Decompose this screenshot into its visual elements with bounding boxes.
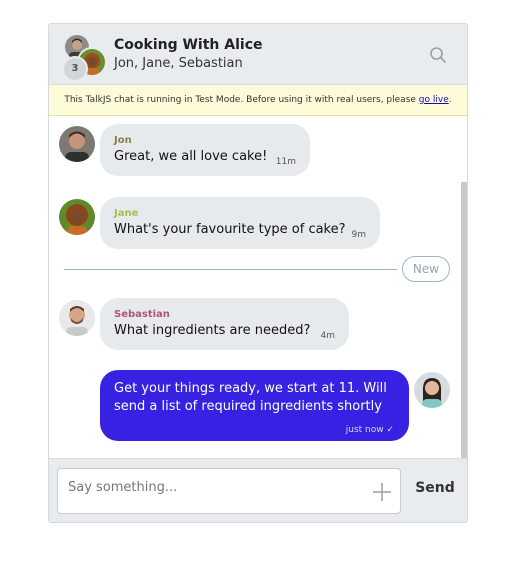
message-sender: Jane [114, 208, 139, 219]
message-composer: Say something... Send [49, 458, 467, 522]
message-input-placeholder: Say something... [68, 480, 178, 495]
message-bubble: Jane What's your favourite type of cake?… [100, 197, 380, 249]
message-input[interactable]: Say something... [57, 468, 401, 514]
own-message-text: Get your things ready, we start at 11. W… [114, 381, 387, 414]
plus-icon[interactable] [372, 482, 392, 502]
message-time: 11m [275, 157, 296, 167]
message-list[interactable]: Jon Great, we all love cake! 11m Jane Wh… [49, 116, 467, 458]
avatar-jon [59, 126, 95, 162]
go-live-link[interactable]: go live [419, 95, 449, 105]
chat-title: Cooking With Alice [114, 37, 263, 53]
message-time: 4m [320, 331, 336, 341]
avatar-alice [414, 372, 450, 408]
message-time: 9m [351, 230, 367, 240]
search-icon[interactable] [429, 46, 447, 64]
participant-count-badge: 3 [62, 56, 88, 82]
send-button[interactable]: Send [411, 480, 459, 496]
test-mode-message: This TalkJS chat is running in Test Mode… [64, 95, 416, 105]
message-bubble: Sebastian What ingredients are needed? 4… [100, 298, 349, 350]
new-messages-divider [64, 269, 397, 270]
new-messages-label: New [402, 256, 450, 282]
message-bubble: Jon Great, we all love cake! 11m [100, 124, 310, 176]
own-message-time: just now ✓ [345, 425, 394, 435]
chat-header: 3 Cooking With Alice Jon, Jane, Sebastia… [49, 24, 467, 85]
test-mode-period: . [448, 95, 452, 105]
avatar-sebastian [59, 300, 95, 336]
message-text: What's your favourite type of cake? [114, 222, 346, 237]
message-sender: Jon [114, 135, 132, 146]
message-sender: Sebastian [114, 309, 170, 320]
message-text: What ingredients are needed? [114, 323, 311, 338]
chatbox: 3 Cooking With Alice Jon, Jane, Sebastia… [48, 23, 468, 523]
test-mode-banner: This TalkJS chat is running in Test Mode… [49, 85, 467, 116]
scrollbar[interactable] [461, 182, 467, 458]
avatar-jane [59, 199, 95, 235]
chat-participants: Jon, Jane, Sebastian [114, 56, 243, 71]
message-text: Great, we all love cake! [114, 149, 268, 164]
group-avatars: 3 [61, 33, 107, 82]
own-message-bubble: Get your things ready, we start at 11. W… [100, 370, 409, 441]
